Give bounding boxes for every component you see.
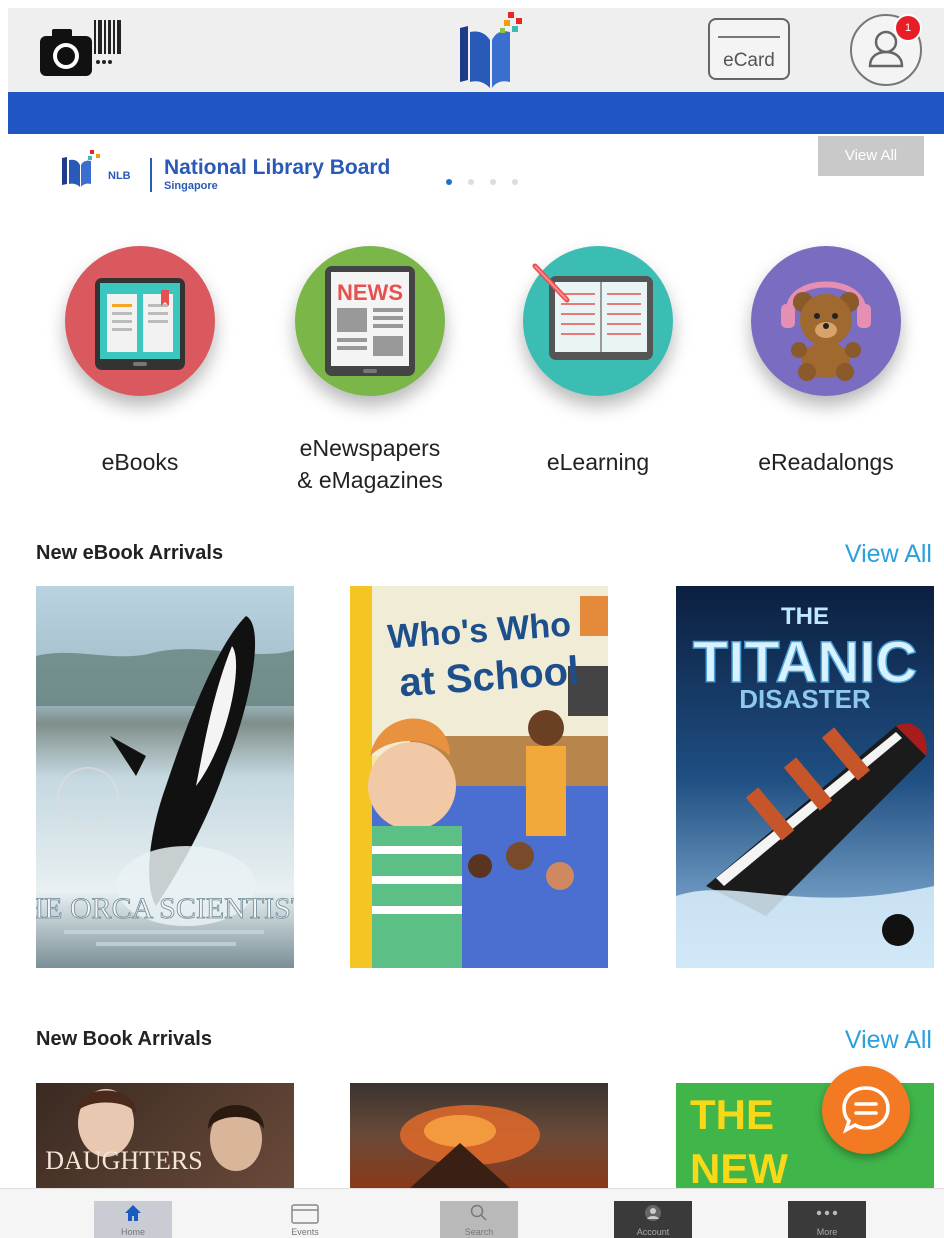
nav-label: Events — [291, 1227, 319, 1237]
camera-barcode-icon — [40, 20, 121, 76]
nav-label: Account — [636, 1227, 670, 1237]
nlb-short-name: NLB — [108, 170, 131, 182]
the-new-title-1: THE — [690, 1091, 774, 1138]
category-label: eNewspapers & eMagazines — [270, 432, 470, 496]
nlb-banner-logo-icon — [62, 150, 100, 187]
category-label-line: & eMagazines — [297, 467, 443, 493]
daughters-cover-art: DAUGHTERS — [45, 1089, 264, 1175]
nav-label: More — [816, 1227, 838, 1237]
ebook-view-all-link[interactable]: View All — [845, 540, 932, 569]
titanic-title-1: THE — [781, 603, 829, 630]
nlb-divider — [150, 158, 152, 192]
banner-view-all-button[interactable]: View All — [818, 136, 924, 176]
nav-events[interactable]: Events — [266, 1201, 344, 1238]
search-icon — [470, 1204, 487, 1221]
ebook-section-title: New eBook Arrivals — [36, 542, 224, 564]
the-new-title-2: NEW — [690, 1145, 788, 1188]
nav-home[interactable]: Home — [94, 1201, 172, 1238]
category-elearning[interactable]: eLearning — [498, 246, 698, 478]
top-header: eCard — [8, 8, 944, 92]
app-screen: eCard 1 NLB National Library Board Singa… — [0, 0, 944, 1238]
teddy-bear-headphones-icon — [751, 246, 901, 396]
category-ebooks[interactable]: eBooks — [40, 246, 240, 478]
category-ereadalongs[interactable]: eReadalongs — [726, 246, 926, 478]
ecard-stripe — [718, 36, 780, 38]
ecard-button[interactable]: eCard — [708, 18, 790, 80]
calendar-icon — [291, 1204, 319, 1224]
orca-cover-art: THE ORCA SCIENTISTS — [36, 616, 294, 946]
nav-bar — [8, 92, 944, 134]
category-enewspapers[interactable]: NEWS eNewspapers & eMagazines — [270, 246, 470, 496]
book-cover-daughters[interactable]: DAUGHTERS — [36, 1083, 294, 1188]
daughters-title: DAUGHTERS — [45, 1146, 202, 1175]
chat-bubble-icon — [842, 1086, 890, 1134]
elearning-book-icon — [523, 246, 673, 396]
titanic-cover-art: THE TITANIC DISASTER — [676, 603, 934, 968]
nav-search[interactable]: Search — [440, 1201, 518, 1238]
category-label: eBooks — [101, 449, 179, 475]
ecard-label: eCard — [723, 50, 775, 71]
nav-account[interactable]: Account — [614, 1201, 692, 1238]
book-cover-volcano[interactable] — [350, 1083, 608, 1188]
category-label: eReadalongs — [758, 449, 894, 475]
nav-more[interactable]: More — [788, 1201, 866, 1238]
orca-title: THE ORCA SCIENTISTS — [36, 892, 294, 925]
carousel-dot[interactable] — [512, 179, 518, 185]
carousel-dot[interactable] — [446, 179, 452, 185]
nlb-org-location: Singapore — [164, 180, 218, 192]
chat-button[interactable] — [822, 1066, 910, 1154]
book-section-title: New Book Arrivals — [36, 1028, 212, 1050]
ebook-cover-whos-who[interactable]: Who's Who at School — [350, 586, 608, 968]
category-label: eLearning — [546, 449, 650, 475]
titanic-title-3: DISASTER — [739, 684, 871, 714]
carousel-dots — [446, 172, 534, 190]
news-text: NEWS — [337, 280, 403, 305]
more-icon — [816, 1210, 838, 1216]
ebook-cover-orca[interactable]: THE ORCA SCIENTISTS — [36, 586, 294, 968]
volcano-cover-art — [400, 1105, 540, 1188]
nav-label: Home — [120, 1227, 145, 1237]
scan-button[interactable] — [38, 18, 128, 88]
newspaper-tablet-icon: NEWS — [295, 246, 445, 396]
nlb-logo-icon — [460, 12, 522, 88]
notification-badge: 1 — [894, 14, 922, 42]
book-view-all-link[interactable]: View All — [845, 1026, 932, 1055]
nav-label: Search — [464, 1227, 494, 1237]
whos-who-cover-art: Who's Who at School — [350, 586, 608, 968]
carousel-dot[interactable] — [490, 179, 496, 185]
ebook-tablet-icon — [65, 246, 215, 396]
nlb-org-name: National Library Board — [164, 156, 391, 179]
category-label-line: eNewspapers — [299, 435, 441, 461]
carousel-dot[interactable] — [468, 179, 474, 185]
bottom-nav: Home Events Search Account More — [0, 1188, 944, 1238]
ebook-cover-titanic[interactable]: THE TITANIC DISASTER — [676, 586, 934, 968]
account-icon — [645, 1205, 661, 1221]
app-logo — [456, 10, 528, 94]
home-icon — [125, 1205, 141, 1221]
